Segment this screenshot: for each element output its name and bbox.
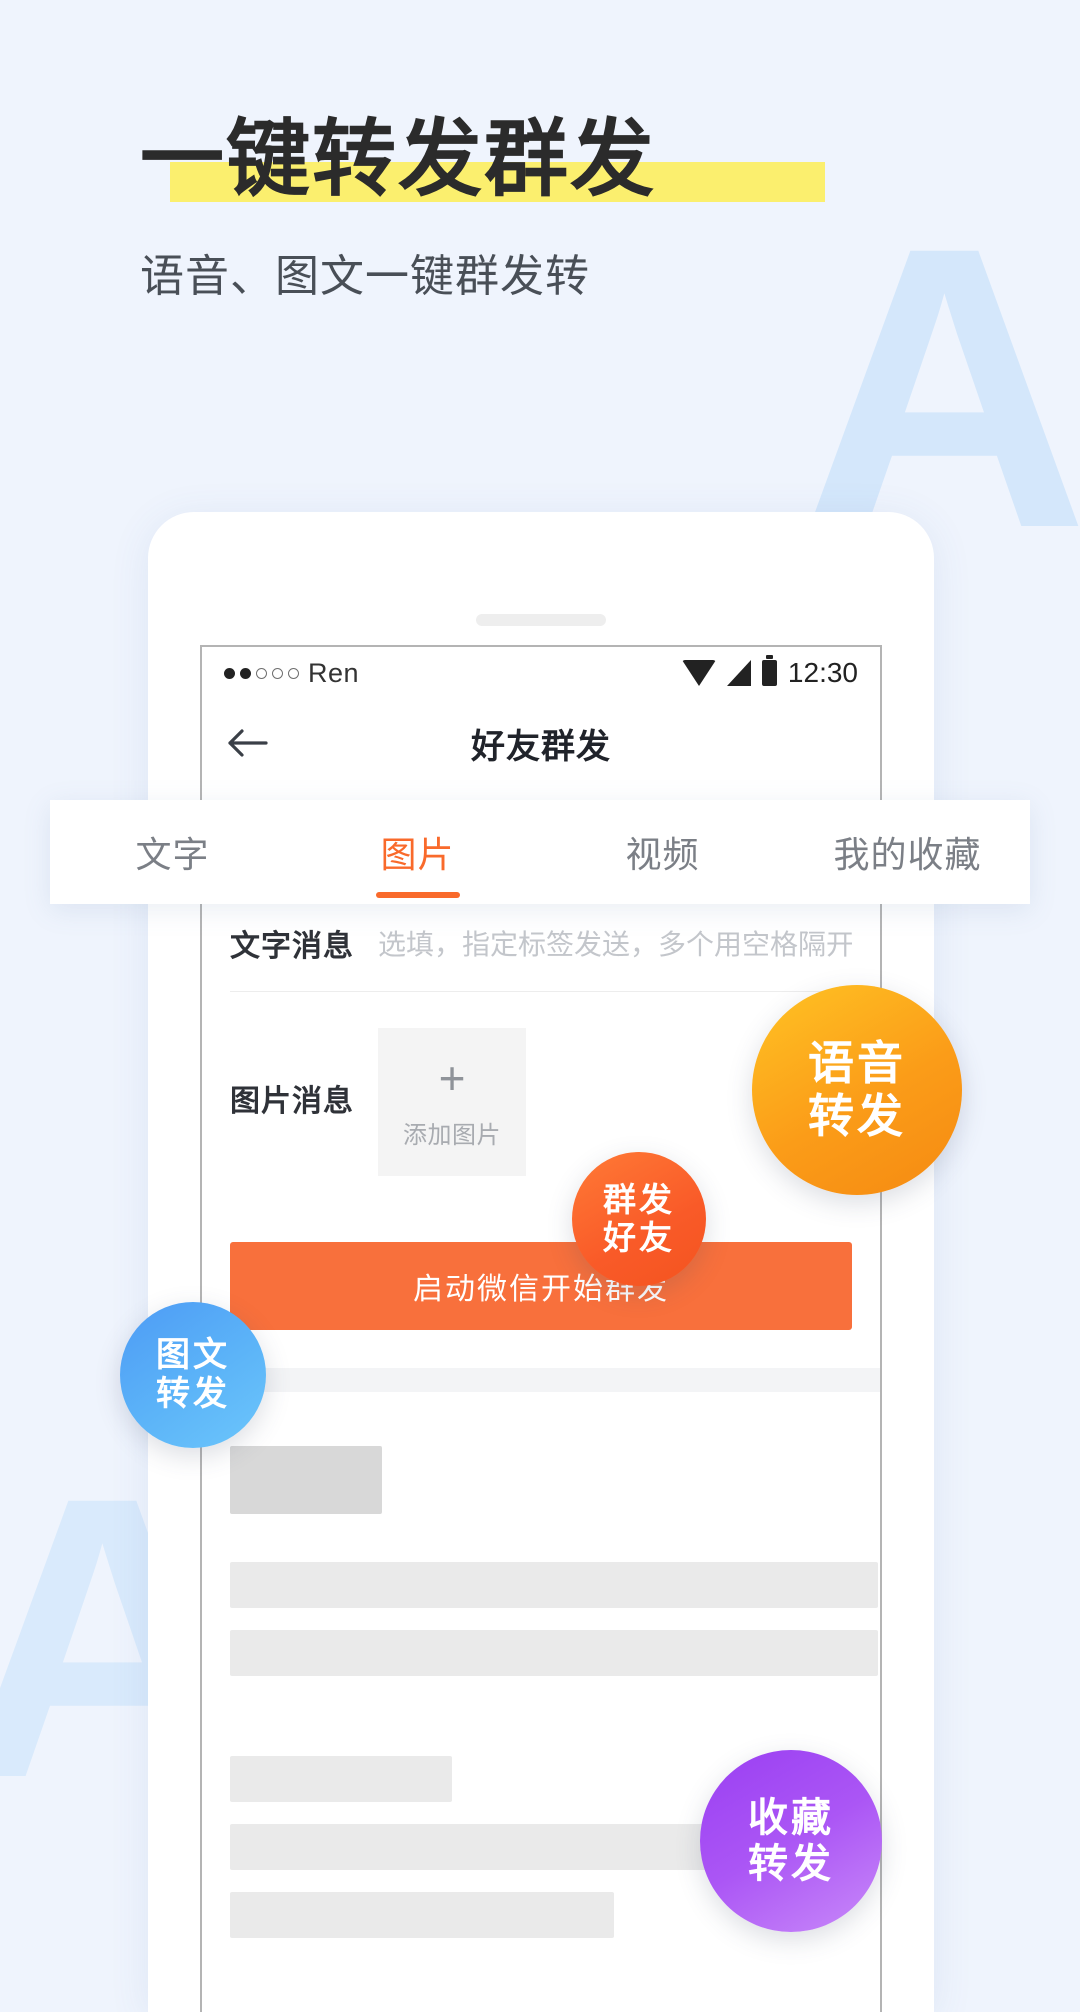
badge-voice-line2: 转发: [808, 1090, 906, 1142]
badge-imagetext-forward: 图文 转发: [120, 1302, 266, 1448]
carrier-label: Ren: [308, 657, 360, 688]
skeleton-row: [230, 1562, 878, 1608]
image-message-label: 图片消息: [230, 1085, 354, 1118]
phone-speaker-icon: [476, 614, 606, 626]
signal-dots-icon: [224, 667, 299, 679]
nav-title: 好友群发: [471, 727, 611, 766]
tab-2[interactable]: 视频: [540, 800, 785, 904]
nav-bar: 好友群发: [202, 699, 880, 787]
tab-1[interactable]: 图片: [295, 800, 540, 904]
badge-imgtext-line1: 图文: [156, 1335, 230, 1374]
text-message-label: 文字消息: [230, 930, 354, 963]
wifi-icon: [681, 660, 716, 686]
page-title: 一键转发群发: [140, 118, 825, 204]
headline-text: 一键转发群发: [140, 114, 657, 207]
promo-header: 一键转发群发 语音、图文一键群发转: [140, 118, 960, 304]
add-image-button[interactable]: + 添加图片: [378, 1028, 526, 1176]
status-bar: Ren 12:30: [202, 647, 880, 699]
section-gap-band: [202, 1368, 880, 1392]
skeleton-row: [230, 1446, 382, 1514]
tab-label: 文字: [135, 834, 210, 875]
plus-icon: +: [438, 1051, 466, 1104]
status-bar-right: 12:30: [681, 655, 858, 689]
tab-0[interactable]: 文字: [50, 800, 295, 904]
skeleton-row: [230, 1892, 614, 1938]
start-broadcast-button[interactable]: 启动微信开始群发: [230, 1242, 852, 1330]
tab-bar: 文字 图片 视频 我的收藏: [50, 800, 1030, 904]
tab-label: 我的收藏: [833, 834, 982, 875]
badge-voice-forward: 语音 转发: [752, 985, 962, 1195]
battery-icon: [761, 655, 777, 686]
skeleton-row: [230, 1630, 878, 1676]
text-message-field-row[interactable]: 文字消息 选填，指定标签发送，多个用空格隔开: [202, 895, 880, 991]
back-arrow-icon[interactable]: [224, 720, 270, 766]
tab-active-underline: [375, 892, 460, 898]
clock-label: 12:30: [787, 657, 858, 688]
badge-mass-line2: 好友: [603, 1219, 675, 1256]
tab-3[interactable]: 我的收藏: [785, 800, 1030, 904]
badge-fav-line2: 转发: [748, 1842, 834, 1886]
badge-fav-line1: 收藏: [748, 1795, 834, 1840]
badge-imgtext-line2: 转发: [156, 1375, 230, 1413]
status-bar-left: Ren: [224, 658, 359, 689]
add-image-label: 添加图片: [403, 1121, 501, 1149]
badge-voice-line1: 语音: [808, 1036, 906, 1089]
badge-mass-line1: 群发: [603, 1180, 675, 1218]
badge-favorites-forward: 收藏 转发: [700, 1750, 882, 1932]
badge-mass-friends: 群发 好友: [572, 1152, 706, 1286]
skeleton-row: [230, 1756, 452, 1802]
signal-icon: [726, 660, 751, 686]
page-subtitle: 语音、图文一键群发转: [140, 251, 590, 301]
tab-label: 图片: [380, 834, 455, 875]
tab-label: 视频: [625, 834, 700, 875]
text-message-input[interactable]: 选填，指定标签发送，多个用空格隔开: [378, 923, 852, 963]
